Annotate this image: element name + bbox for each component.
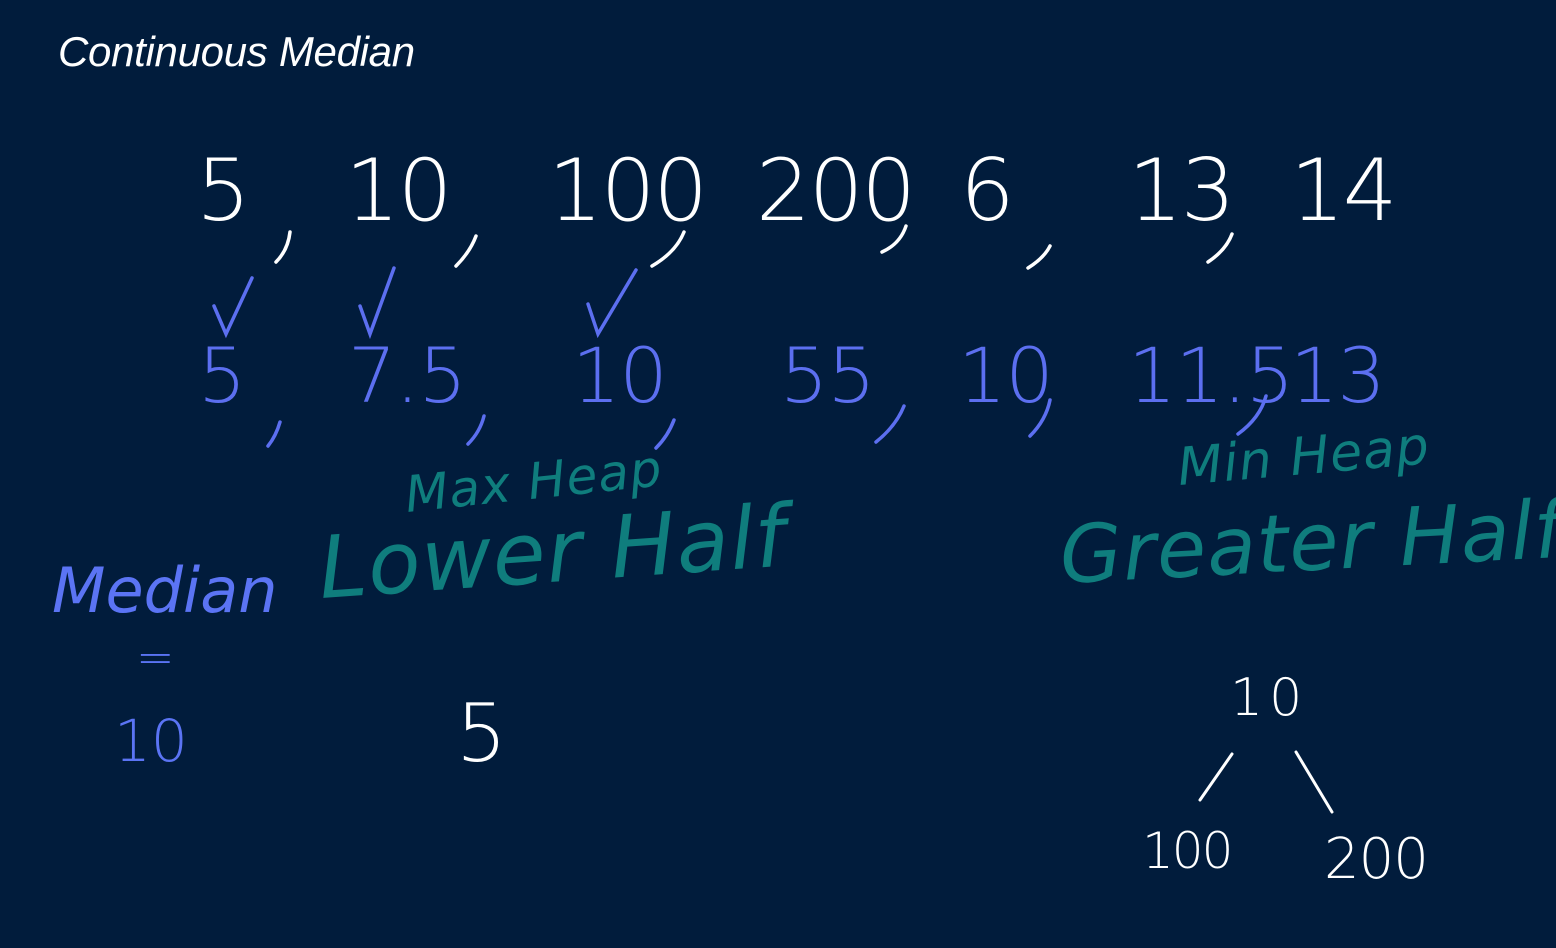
comma-mark	[454, 234, 478, 268]
comma-mark	[466, 414, 486, 446]
checkmarks	[212, 266, 638, 340]
median-commas	[266, 394, 1268, 450]
check-icon	[358, 266, 396, 340]
comma-mark	[874, 404, 906, 444]
whiteboard-slide: Continuous Median 5 10 100 200 6 13 14 5…	[0, 0, 1556, 948]
comma-mark	[266, 420, 282, 448]
comma-mark	[274, 230, 292, 264]
sequence-commas	[274, 224, 1234, 270]
comma-mark	[880, 224, 908, 254]
check-icon	[212, 276, 254, 339]
check-icon	[586, 268, 638, 339]
comma-mark	[1026, 244, 1052, 270]
comma-mark	[1206, 232, 1234, 264]
tree-edge-right	[1294, 750, 1334, 814]
comma-mark	[650, 230, 686, 268]
comma-mark	[1028, 398, 1052, 438]
comma-mark	[1236, 394, 1268, 436]
tree-edge-left	[1198, 752, 1234, 802]
tree-edges	[1198, 750, 1334, 814]
comma-mark	[654, 418, 676, 450]
pen-strokes	[212, 224, 1334, 814]
